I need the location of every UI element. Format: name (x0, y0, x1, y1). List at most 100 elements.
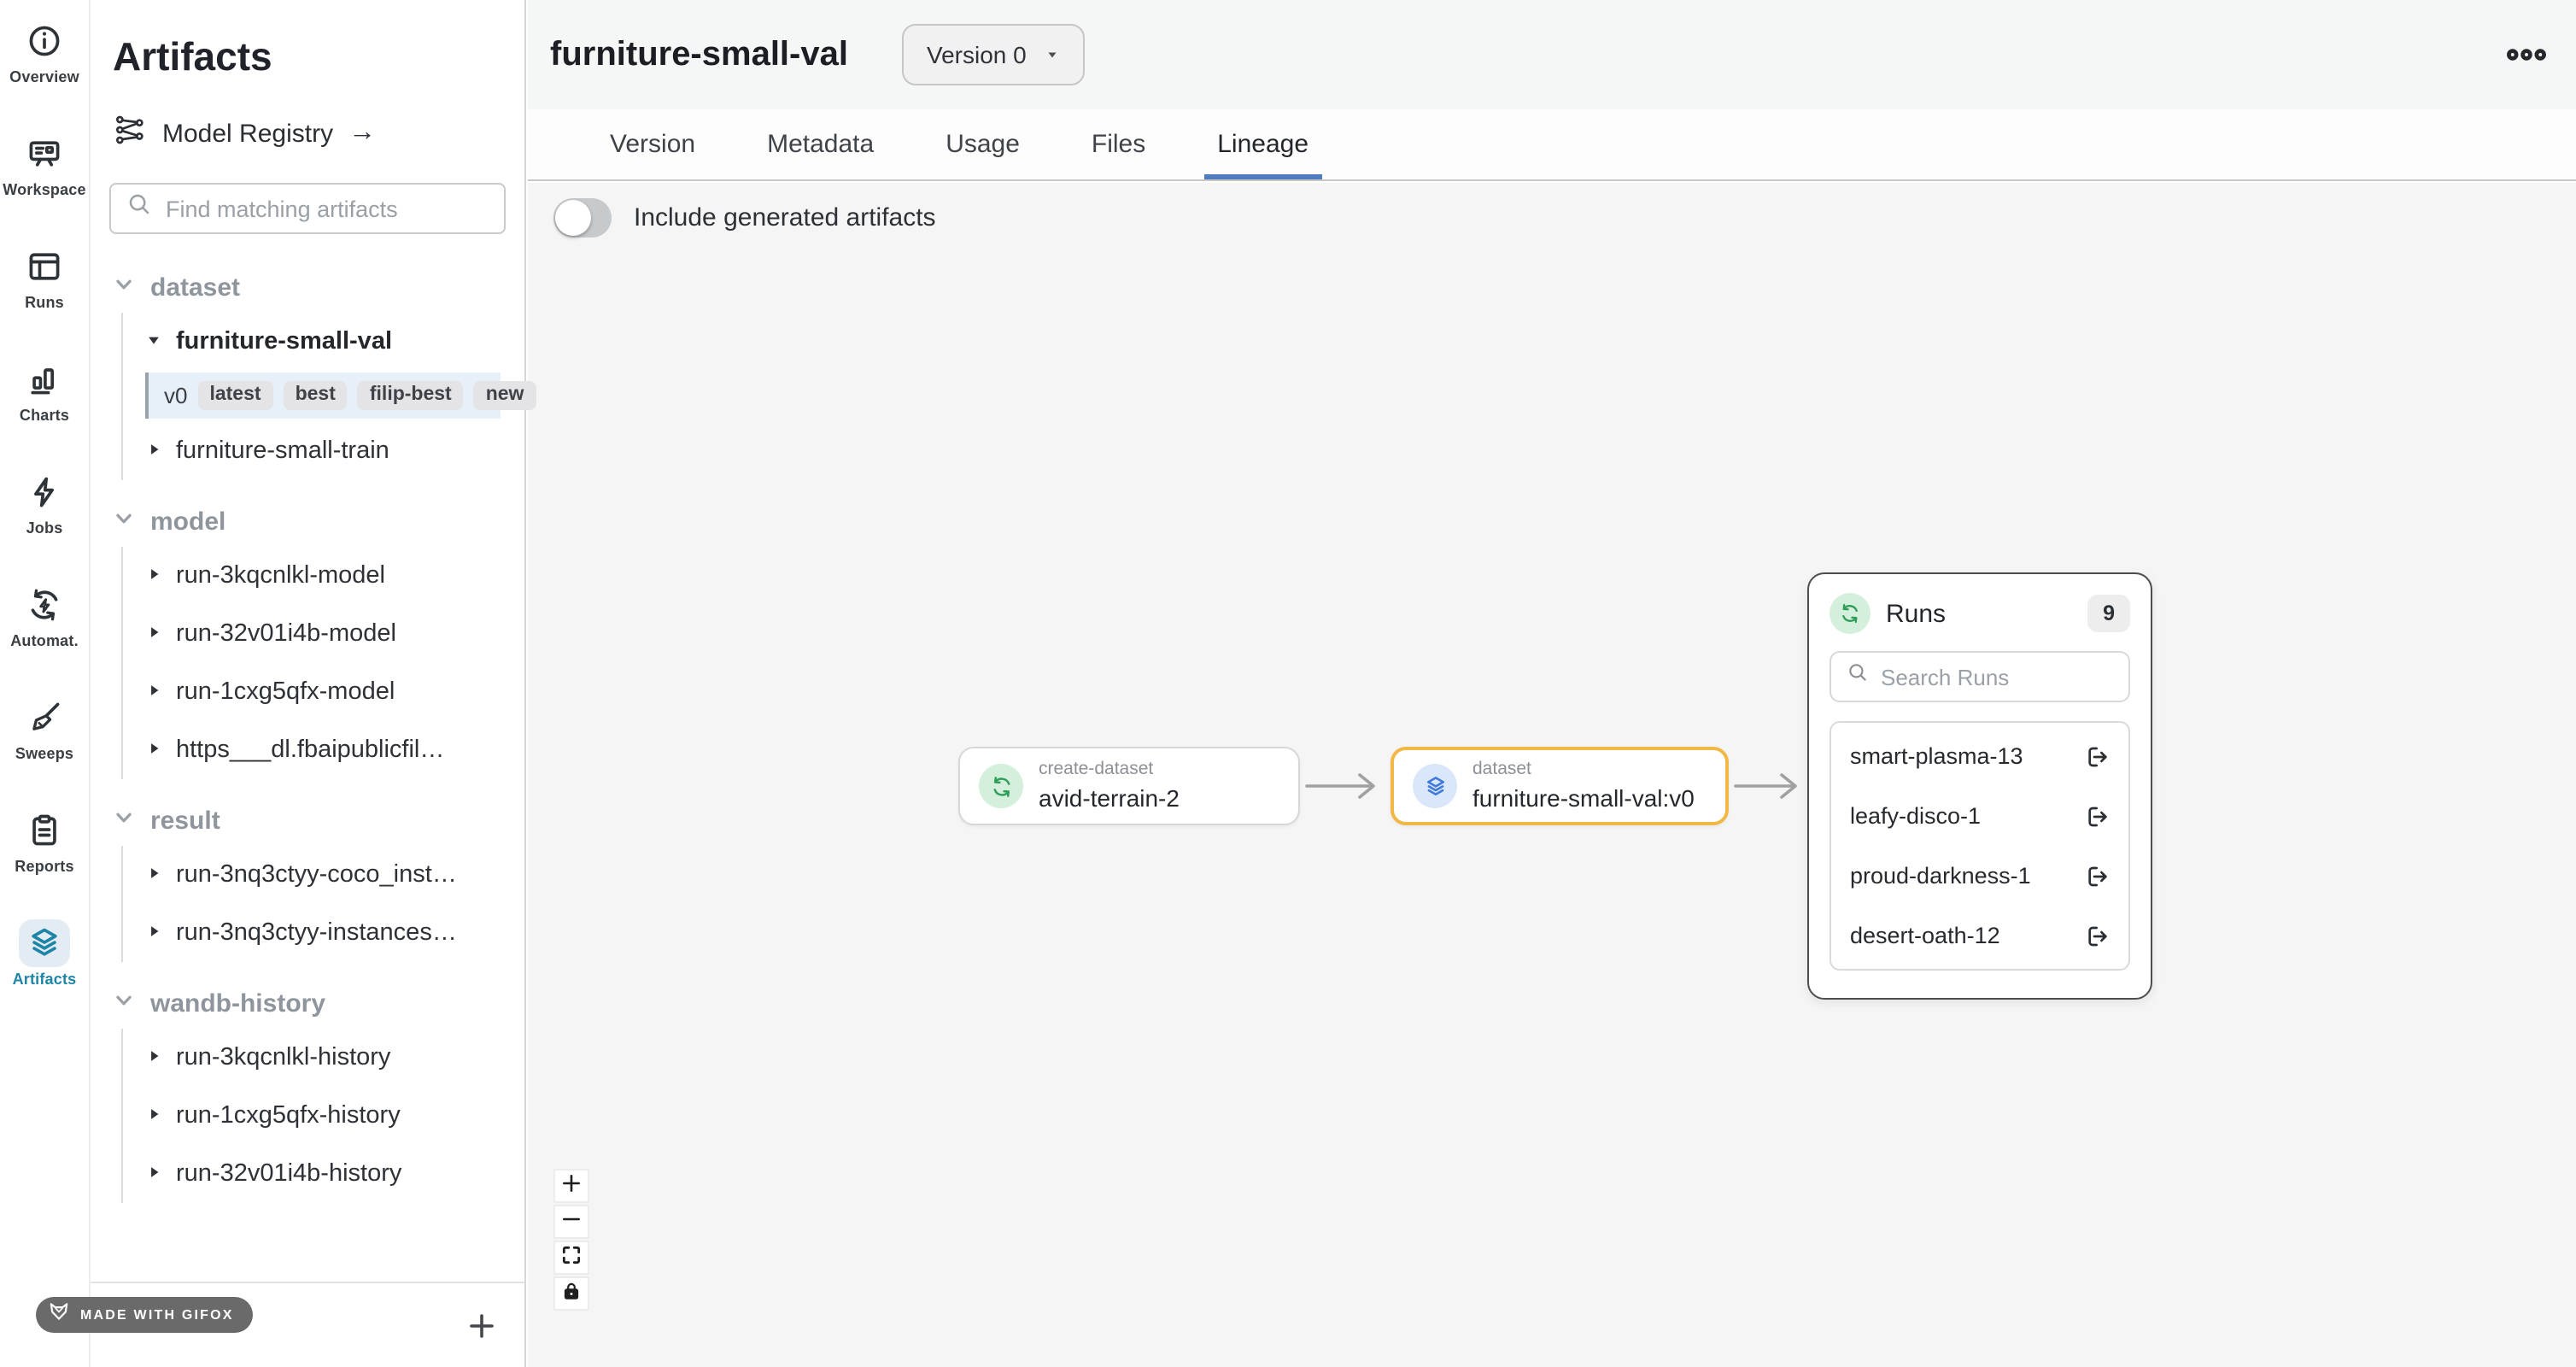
toggle-knob (555, 200, 591, 236)
tree-item-label: furniture-small-train (176, 437, 389, 465)
run-list-item[interactable]: proud-darkness-1 (1831, 846, 2128, 906)
search-icon (1847, 661, 1869, 692)
triangle-right-icon (145, 1160, 162, 1188)
run-list-item[interactable]: smart-plasma-13 (1831, 726, 2128, 786)
rail-item-label: Charts (20, 407, 69, 424)
graph-controls (553, 1169, 589, 1312)
artifact-header: furniture-small-val Version 0 (528, 0, 2576, 109)
tree-item[interactable]: furniture-small-val (123, 313, 514, 371)
tree-item[interactable]: https___dl.fbaipublicfil… (123, 721, 514, 779)
generated-artifacts-toggle-row: Include generated artifacts (553, 198, 936, 238)
fit-icon (560, 1244, 583, 1271)
tree-item[interactable]: run-1cxg5qfx-model (123, 663, 514, 721)
tab-files[interactable]: Files (1092, 130, 1145, 179)
tree-item[interactable]: run-32v01i4b-history (123, 1145, 514, 1203)
open-run-icon[interactable] (2082, 862, 2110, 889)
gifox-badge-label: MADE WITH GIFOX (80, 1307, 234, 1323)
artifact-search-box[interactable] (109, 183, 506, 234)
open-run-icon[interactable] (2082, 742, 2110, 770)
tree-item[interactable]: run-3kqcnlkl-model (123, 547, 514, 605)
version-row-v0[interactable]: v0latestbestfilip-bestnew (145, 373, 501, 419)
tab-metadata[interactable]: Metadata (767, 130, 874, 179)
version-dropdown[interactable]: Version 0 (903, 24, 1085, 85)
artifact-tree: datasetfurniture-small-valv0latestbestfi… (91, 263, 524, 1203)
tree-group-label: model (150, 507, 225, 536)
triangle-right-icon (145, 919, 162, 947)
tab-version[interactable]: Version (610, 130, 695, 179)
plus-icon (560, 1172, 583, 1200)
tree-group-label: dataset (150, 273, 240, 302)
lineage-node-create-dataset[interactable]: create-dataset avid-terrain-2 (958, 747, 1300, 825)
version-tag: latest (197, 381, 272, 410)
triangle-right-icon (145, 1102, 162, 1129)
rail-item-jobs[interactable]: Jobs (0, 468, 89, 581)
tree-group-header[interactable]: result (113, 796, 514, 844)
tree-group-children: furniture-small-valv0latestbestfilip-bes… (121, 313, 514, 480)
model-registry-link[interactable]: Model Registry → (113, 113, 524, 154)
chevron-down-icon (113, 507, 135, 536)
tree-group-header[interactable]: model (113, 497, 514, 545)
tree-item-label: run-3nq3ctyy-instances… (176, 919, 457, 947)
tree-item[interactable]: run-1cxg5qfx-history (123, 1087, 514, 1145)
artifact-search-input[interactable] (166, 196, 489, 221)
rail-item-runs[interactable]: Runs (0, 243, 89, 355)
tree-item[interactable]: run-3nq3ctyy-instances… (123, 904, 514, 962)
node-type: dataset (1472, 759, 1695, 782)
rail-item-automations[interactable]: Automat. (0, 581, 89, 694)
bolt-icon (19, 468, 70, 516)
tree-item[interactable]: run-3nq3ctyy-coco_inst… (123, 846, 514, 904)
zoom-out-button[interactable] (553, 1205, 589, 1239)
tree-item[interactable]: run-32v01i4b-model (123, 605, 514, 663)
tree-group-header[interactable]: dataset (113, 263, 514, 311)
run-name: smart-plasma-13 (1850, 743, 2023, 769)
overflow-menu-button[interactable] (2504, 32, 2549, 77)
runs-search-input[interactable] (1881, 664, 2113, 689)
rail-item-sweeps[interactable]: Sweeps (0, 694, 89, 807)
tab-lineage[interactable]: Lineage (1217, 130, 1308, 179)
triangle-right-icon (145, 620, 162, 648)
triangle-right-icon (145, 678, 162, 706)
version-label: v0 (164, 383, 187, 408)
tab-usage[interactable]: Usage (946, 130, 1020, 179)
info-icon (19, 17, 70, 65)
tree-item-label: run-32v01i4b-model (176, 620, 396, 648)
open-run-icon[interactable] (2082, 802, 2110, 830)
rail-item-artifacts[interactable]: Artifacts (0, 919, 89, 1032)
tree-group-header[interactable]: wandb-history (113, 979, 514, 1027)
lineage-node-dataset[interactable]: dataset furniture-small-val:v0 (1390, 747, 1729, 825)
triangle-right-icon (145, 437, 162, 465)
triangle-right-icon (145, 861, 162, 889)
artifact-main: furniture-small-val Version 0 Version Met… (528, 0, 2576, 1367)
model-registry-label: Model Registry (162, 119, 333, 148)
add-artifact-button[interactable] (463, 1306, 501, 1344)
tree-item[interactable]: run-3kqcnlkl-history (123, 1029, 514, 1087)
lock-button[interactable] (553, 1276, 589, 1311)
node-name: avid-terrain-2 (1039, 782, 1180, 813)
runs-count-badge: 9 (2087, 595, 2130, 632)
rail-item-label: Artifacts (13, 971, 77, 988)
zoom-in-button[interactable] (553, 1169, 589, 1203)
lineage-canvas[interactable]: Include generated artifacts create-datas… (528, 183, 2576, 1367)
open-run-icon[interactable] (2082, 922, 2110, 949)
tree-group-dataset: datasetfurniture-small-valv0latestbestfi… (113, 263, 514, 480)
run-name: leafy-disco-1 (1850, 803, 1981, 829)
version-tag: filip-best (358, 381, 464, 410)
rail-item-label: Reports (15, 858, 73, 875)
runs-list: smart-plasma-13 leafy-disco-1 proud-darkne… (1830, 721, 2130, 971)
model-registry-icon (113, 113, 147, 154)
page-title: furniture-small-val (550, 35, 848, 74)
tree-item[interactable]: furniture-small-train (123, 422, 514, 480)
rail-item-reports[interactable]: Reports (0, 807, 89, 919)
node-name: furniture-small-val:v0 (1472, 782, 1695, 813)
include-generated-toggle[interactable] (553, 198, 612, 238)
run-list-item[interactable]: leafy-disco-1 (1831, 786, 2128, 846)
rail-item-workspace[interactable]: Workspace (0, 130, 89, 243)
fit-view-button[interactable] (553, 1241, 589, 1275)
edge-arrow (1732, 766, 1811, 807)
rail-item-charts[interactable]: Charts (0, 355, 89, 468)
triangle-right-icon (145, 1044, 162, 1071)
runs-search-box[interactable] (1830, 651, 2130, 702)
run-list-item[interactable]: desert-oath-12 (1831, 906, 2128, 965)
rail-item-overview[interactable]: Overview (0, 17, 89, 130)
automation-icon (19, 581, 70, 629)
